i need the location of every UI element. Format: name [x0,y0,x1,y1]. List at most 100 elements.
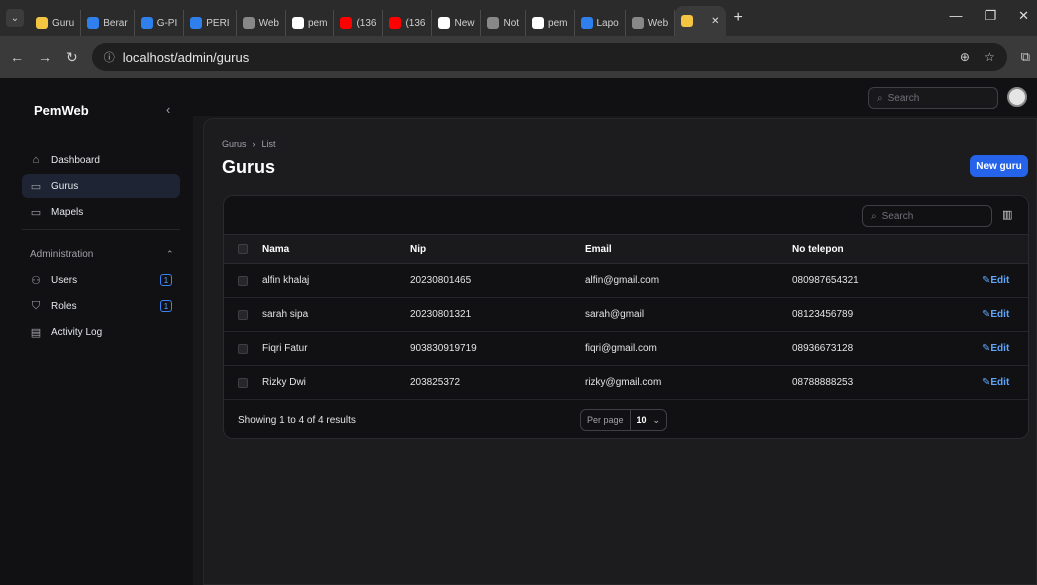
table-search-placeholder: Search [881,210,914,222]
browser-tab[interactable]: New [432,10,482,36]
cell-nama: alfin khalaj [262,275,310,286]
tab-label: New [454,17,475,29]
browser-tab[interactable]: (136 [383,10,433,36]
browser-tab[interactable]: Not [481,10,527,36]
table-row[interactable]: Rizky Dwi 203825372 rizky@gmail.com 0878888… [224,366,1028,400]
tab-favicon-icon [681,15,694,27]
users-icon: ⚇ [31,274,41,287]
home-icon: ⌂ [32,154,40,166]
tab-favicon-icon [389,17,402,29]
cell-nip: 20230801321 [410,309,472,320]
brand-logo[interactable]: PemWeb [34,103,89,118]
log-icon: ▤ [30,326,42,339]
tab-label: (136 [405,17,426,29]
edit-button[interactable]: ✎ Edit [982,298,1009,331]
cell-telepon: 080987654321 [792,275,859,286]
sidebar-item-roles[interactable]: ⛉ Roles 1 [22,294,180,318]
sidebar: PemWeb ‹ ⌂ Dashboard ▭ Gurus ▭ Mapels Ad… [0,78,193,585]
reload-icon[interactable]: ↻ [66,49,78,66]
column-toggle-icon[interactable]: ▥ [1002,208,1012,221]
bookmark-star-icon[interactable]: ☆ [984,50,995,64]
browser-tab[interactable]: Berar [81,10,135,36]
per-page-select[interactable]: Per page 10 ⌄ [580,409,668,431]
browser-tab[interactable]: PERI [184,10,237,36]
column-header-telepon[interactable]: No telepon [792,235,844,263]
select-all-checkbox[interactable] [238,244,248,254]
cell-nip: 203825372 [410,377,461,388]
edit-label: Edit [990,377,1010,388]
sidebar-collapse-icon[interactable]: ‹ [166,102,170,117]
cell-nip: 20230801465 [410,275,472,286]
sidebar-item-label: Users [51,274,78,286]
search-icon: ⌕ [877,92,883,104]
sidebar-item-dashboard[interactable]: ⌂ Dashboard [22,148,180,172]
sidebar-item-gurus[interactable]: ▭ Gurus [22,174,180,198]
table-row[interactable]: Fiqri Fatur 903830919719 fiqri@gmail.com 08… [224,332,1028,366]
close-window-icon[interactable]: ✕ [1018,8,1029,24]
tab-favicon-icon [291,17,304,29]
tab-close-icon[interactable]: ✕ [711,16,719,27]
row-checkbox[interactable] [238,309,248,320]
new-tab-icon[interactable]: + [734,9,743,27]
column-header-nip[interactable]: Nip [410,235,426,263]
row-checkbox[interactable] [238,377,248,388]
extensions-icon[interactable]: ⧉ [1021,49,1030,65]
sidebar-item-mapels[interactable]: ▭ Mapels [22,200,180,224]
chevron-right-icon: › [252,139,256,149]
cell-nama: Fiqri Fatur [262,343,308,354]
sidebar-item-label: Activity Log [51,326,103,338]
per-page-value[interactable]: 10 ⌄ [631,415,667,426]
tab-favicon-icon [36,17,48,29]
tab-favicon-icon [87,17,100,29]
restore-icon[interactable]: ❐ [984,8,996,24]
window-controls: — ❐ ✕ [949,8,1029,24]
column-header-nama[interactable]: Nama [262,235,289,263]
chevron-up-icon[interactable]: ⌃ [166,249,174,260]
tab-label: Not [503,17,520,29]
forward-icon[interactable]: → [38,49,52,65]
breadcrumb-root[interactable]: Gurus [222,139,247,149]
browser-tab[interactable]: G-PI [135,10,185,36]
table-row[interactable]: sarah sipa 20230801321 sarah@gmail 08123456… [224,298,1028,332]
table-row[interactable]: alfin khalaj 20230801465 alfin@gmail.com 08… [224,264,1028,298]
edit-button[interactable]: ✎ Edit [982,264,1009,297]
zoom-icon[interactable]: ⊕ [960,50,970,64]
gurus-table: ⌕ Search ▥ Nama Nip Email No telepon alf… [223,195,1029,439]
sidebar-item-label: Gurus [51,180,79,192]
sidebar-item-activity-log[interactable]: ▤ Activity Log [22,320,180,344]
main-content: Gurus › List Gurus New guru ⌕ Search ▥ N… [203,118,1037,585]
edit-button[interactable]: ✎ Edit [982,332,1009,365]
column-header-email[interactable]: Email [585,235,612,263]
browser-tab-strip: ⌄ Guru Berar G-PI PERI Web pem (136 (136 New Not p… [0,0,1037,36]
browser-tab[interactable]: Web [237,10,286,36]
browser-tab[interactable]: pem [286,10,335,36]
sidebar-item-users[interactable]: ⚇ Users 1 [22,268,180,292]
table-search-input[interactable]: ⌕ Search [862,205,992,227]
sidebar-group-label[interactable]: Administration [30,249,93,260]
tab-label: Web [258,17,279,29]
site-info-icon[interactable]: ⓘ [104,49,115,65]
browser-tab[interactable]: Web [626,10,676,36]
edit-label: Edit [990,343,1010,354]
cell-telepon: 08936673128 [792,343,854,354]
browser-tab[interactable]: pem [526,10,575,36]
browser-tab-active[interactable]: ✕ [675,6,726,36]
address-bar: ← → ↻ ⓘ localhost/admin/gurus ⊕ ☆ ⧉ a ⋮ [0,36,1037,78]
edit-button[interactable]: ✎ Edit [982,366,1009,399]
browser-tab[interactable]: Guru [30,10,82,36]
tab-favicon-icon [190,17,203,29]
back-icon[interactable]: ← [10,49,24,65]
browser-tab[interactable]: (136 [334,10,384,36]
global-search-input[interactable]: ⌕ Search [868,87,998,109]
row-checkbox[interactable] [238,343,248,354]
url-input[interactable]: ⓘ localhost/admin/gurus ⊕ ☆ [91,43,1007,71]
sidebar-item-label: Roles [51,300,77,312]
user-avatar[interactable] [1007,87,1027,107]
minimize-icon[interactable]: — [949,8,962,24]
row-checkbox[interactable] [238,275,248,286]
browser-tab[interactable]: Lapo [575,10,626,36]
tab-search-icon[interactable]: ⌄ [6,9,24,27]
new-guru-button[interactable]: New guru [970,155,1028,177]
count-badge: 1 [160,274,172,286]
folder-icon: ▭ [30,180,42,193]
